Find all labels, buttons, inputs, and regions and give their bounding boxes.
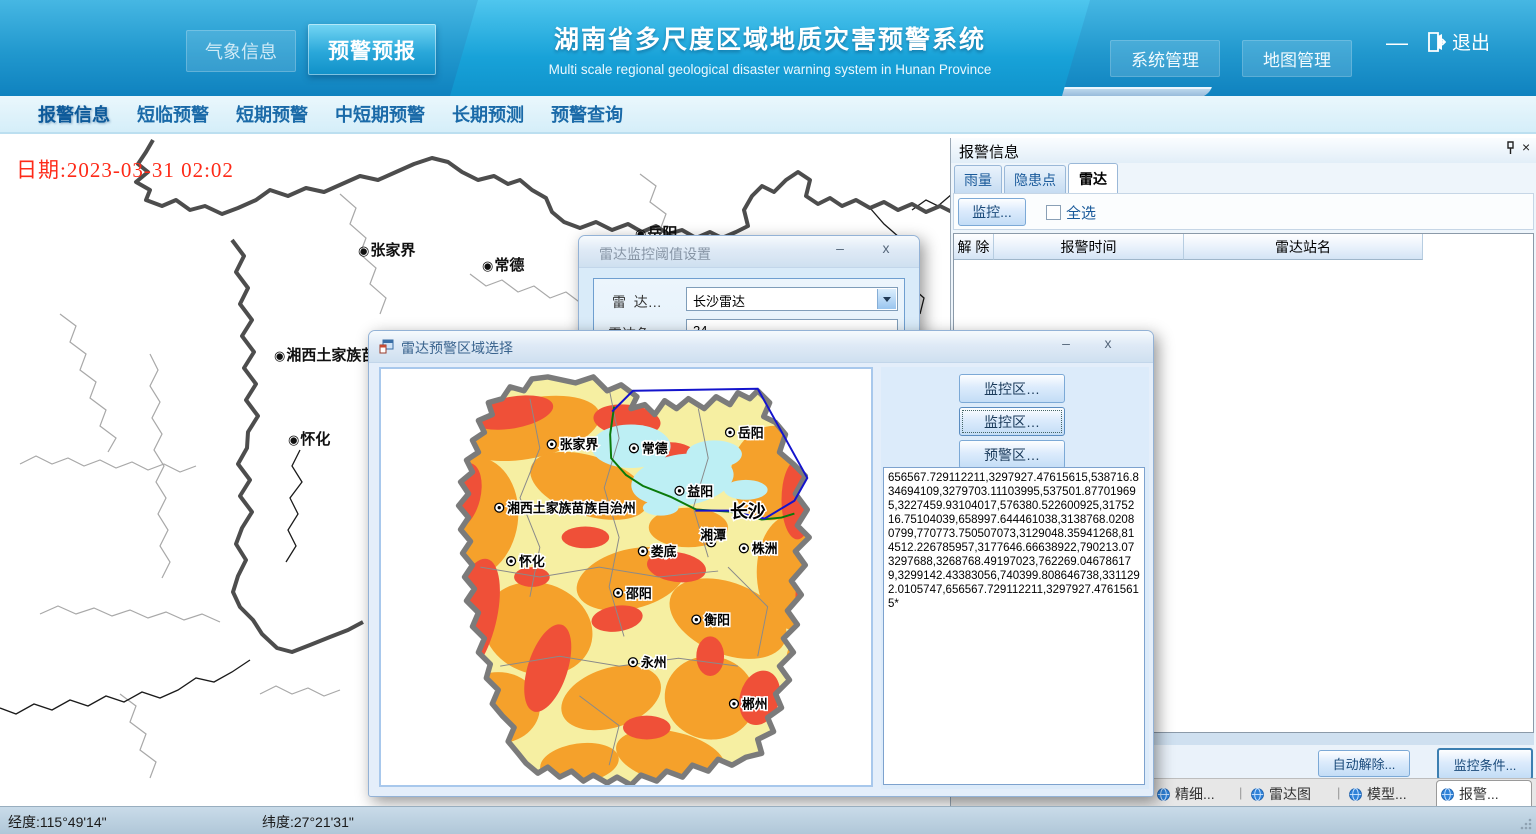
monitor-condition-button[interactable]: 监控条件... [1437, 748, 1533, 780]
city-marker-icon: ◉ [358, 243, 369, 258]
radar-region-dialog: 雷达预警区域选择 – x [368, 330, 1154, 797]
minimize-icon[interactable]: – [831, 240, 849, 256]
dialog-title-bar[interactable]: 雷达监控阈值设置 – x [579, 236, 919, 268]
column-release[interactable]: 解 除 [954, 234, 994, 260]
page-title: 湖南省多尺度区域地质灾害预警系统 [450, 20, 1090, 56]
city-label: 益阳 [687, 484, 713, 499]
menu-item-alarm-info[interactable]: 报警信息 [38, 101, 110, 127]
dialog-title-bar[interactable]: 雷达预警区域选择 – x [369, 331, 1153, 363]
base-city-zhangjiajie: ◉张家界 [358, 239, 415, 260]
close-icon[interactable]: × [1522, 139, 1536, 155]
exit-button[interactable]: 退出 [1426, 28, 1490, 55]
menu-item-warning-query[interactable]: 预警查询 [551, 101, 623, 127]
globe-icon [1157, 788, 1170, 801]
tab-radar[interactable]: 雷达 [1068, 163, 1118, 193]
column-alarm-time[interactable]: 报警时间 [994, 234, 1184, 260]
map-date-label: 日期:2023-03-31 02:02 [16, 154, 234, 184]
auto-release-button[interactable]: 自动解除... [1318, 750, 1410, 777]
alarm-toolbar: 监控... 全选 [953, 193, 1534, 230]
dialog-title: 雷达监控阈值设置 [599, 244, 711, 264]
radar-select[interactable]: 长沙雷达 [686, 287, 898, 311]
page-subtitle: Multi scale regional geological disaster… [450, 62, 1090, 77]
tab-rainfall[interactable]: 雨量 [954, 165, 1002, 193]
column-radar-station[interactable]: 雷达站名 [1184, 234, 1423, 260]
monitor-region-button-1[interactable]: 监控区… [959, 374, 1065, 403]
sub-menu-bar: 报警信息 短临预警 短期预警 中短期预警 长期预测 预警查询 [0, 96, 1536, 134]
region-dialog-side-panel: 监控区… 监控区… 预警区… 656567.729112211,3297927.… [881, 367, 1149, 789]
select-all-label[interactable]: 全选 [1066, 202, 1096, 223]
city-label: 邵阳 [625, 586, 652, 601]
bottom-tab-model[interactable]: 模型... [1345, 782, 1411, 806]
menu-item-long-term[interactable]: 长期预测 [452, 101, 524, 127]
region-coordinates-textarea[interactable]: 656567.729112211,3297927.47615615,538716… [883, 467, 1145, 785]
capital-label: 长沙 [730, 502, 766, 522]
city-marker-icon: ◉ [482, 258, 493, 273]
base-city-changde: ◉常德 [482, 254, 524, 275]
hunan-map-canvas: 张家界 常德 岳阳 益阳 湘西土家族苗族自治州 娄底 湘潭 株洲 怀化 邵阳 衡… [381, 369, 871, 785]
window-icon [379, 339, 394, 359]
warning-region-button[interactable]: 预警区… [959, 440, 1065, 469]
bottom-tab-fine[interactable]: 精细... [1153, 782, 1219, 806]
city-label: 湘西土家族苗族自治州 [507, 501, 636, 516]
radar-field-label: 雷 达… [612, 292, 662, 312]
select-all-checkbox[interactable] [1046, 205, 1061, 220]
menu-item-short-term[interactable]: 短期预警 [236, 101, 308, 127]
city-label: 永州 [640, 655, 667, 670]
city-marker-icon: ◉ [288, 432, 299, 447]
city-label: 张家界 [560, 437, 599, 452]
bottom-tab-radar-image[interactable]: 雷达图 [1247, 782, 1315, 806]
city-marker-icon: ◉ [274, 348, 285, 363]
city-label: 怀化 [519, 554, 545, 569]
monitor-region-button-2[interactable]: 监控区… [959, 407, 1065, 436]
map-management-button[interactable]: 地图管理 [1242, 40, 1352, 77]
minimize-icon[interactable]: – [1057, 335, 1075, 351]
dialog-title: 雷达预警区域选择 [401, 338, 513, 358]
close-icon[interactable]: x [1099, 335, 1117, 351]
globe-icon [1349, 788, 1362, 801]
alarm-panel-title: 报警信息 [951, 138, 1536, 163]
exit-door-icon [1426, 31, 1446, 53]
menu-item-mid-short-term[interactable]: 中短期预警 [335, 101, 425, 127]
warning-forecast-button[interactable]: 预警预报 [308, 24, 436, 75]
globe-icon [1441, 788, 1454, 801]
city-label: 娄底 [651, 544, 677, 559]
weather-info-button[interactable]: 气象信息 [186, 30, 296, 72]
city-label: 岳阳 [738, 425, 764, 440]
latitude-readout: 纬度:27°21'31" [262, 812, 354, 832]
bottom-tab-alarm[interactable]: 报警... [1436, 780, 1532, 807]
city-label: 湘潭 [700, 527, 726, 542]
city-label: 郴州 [742, 697, 768, 712]
base-city-huaihua: ◉怀化 [288, 428, 330, 449]
longitude-readout: 经度:115°49'14" [8, 812, 107, 832]
monitor-button[interactable]: 监控... [958, 198, 1026, 226]
app-window: 日期:2023-03-31 02:02 ◉张家界 ◉常德 ◉岳阳 ◉湘西土家族苗… [0, 0, 1536, 834]
globe-icon [1251, 788, 1264, 801]
status-bar: 经度:115°49'14" 纬度:27°21'31" [0, 806, 1536, 834]
alarm-tab-bar: 雨量 隐患点 雷达 [954, 163, 1118, 193]
alarm-table-header: 解 除 报警时间 雷达站名 [954, 234, 1533, 260]
close-icon[interactable]: x [877, 240, 895, 256]
menu-item-nowcast[interactable]: 短临预警 [137, 101, 209, 127]
city-label: 常德 [642, 441, 668, 456]
system-management-button[interactable]: 系统管理 [1110, 40, 1220, 77]
hunan-hazard-map[interactable]: 张家界 常德 岳阳 益阳 湘西土家族苗族自治州 娄底 湘潭 株洲 怀化 邵阳 衡… [379, 367, 873, 787]
pin-icon[interactable] [1504, 141, 1518, 157]
resize-grip[interactable] [1519, 817, 1533, 831]
city-label: 株洲 [752, 541, 778, 556]
city-label: 衡阳 [704, 613, 730, 628]
chevron-down-icon[interactable] [877, 289, 896, 309]
header-bar: 湖南省多尺度区域地质灾害预警系统 Multi scale regional ge… [0, 0, 1536, 96]
tab-hazard-points[interactable]: 隐患点 [1004, 165, 1066, 193]
minimize-button[interactable]: — [1386, 30, 1408, 56]
